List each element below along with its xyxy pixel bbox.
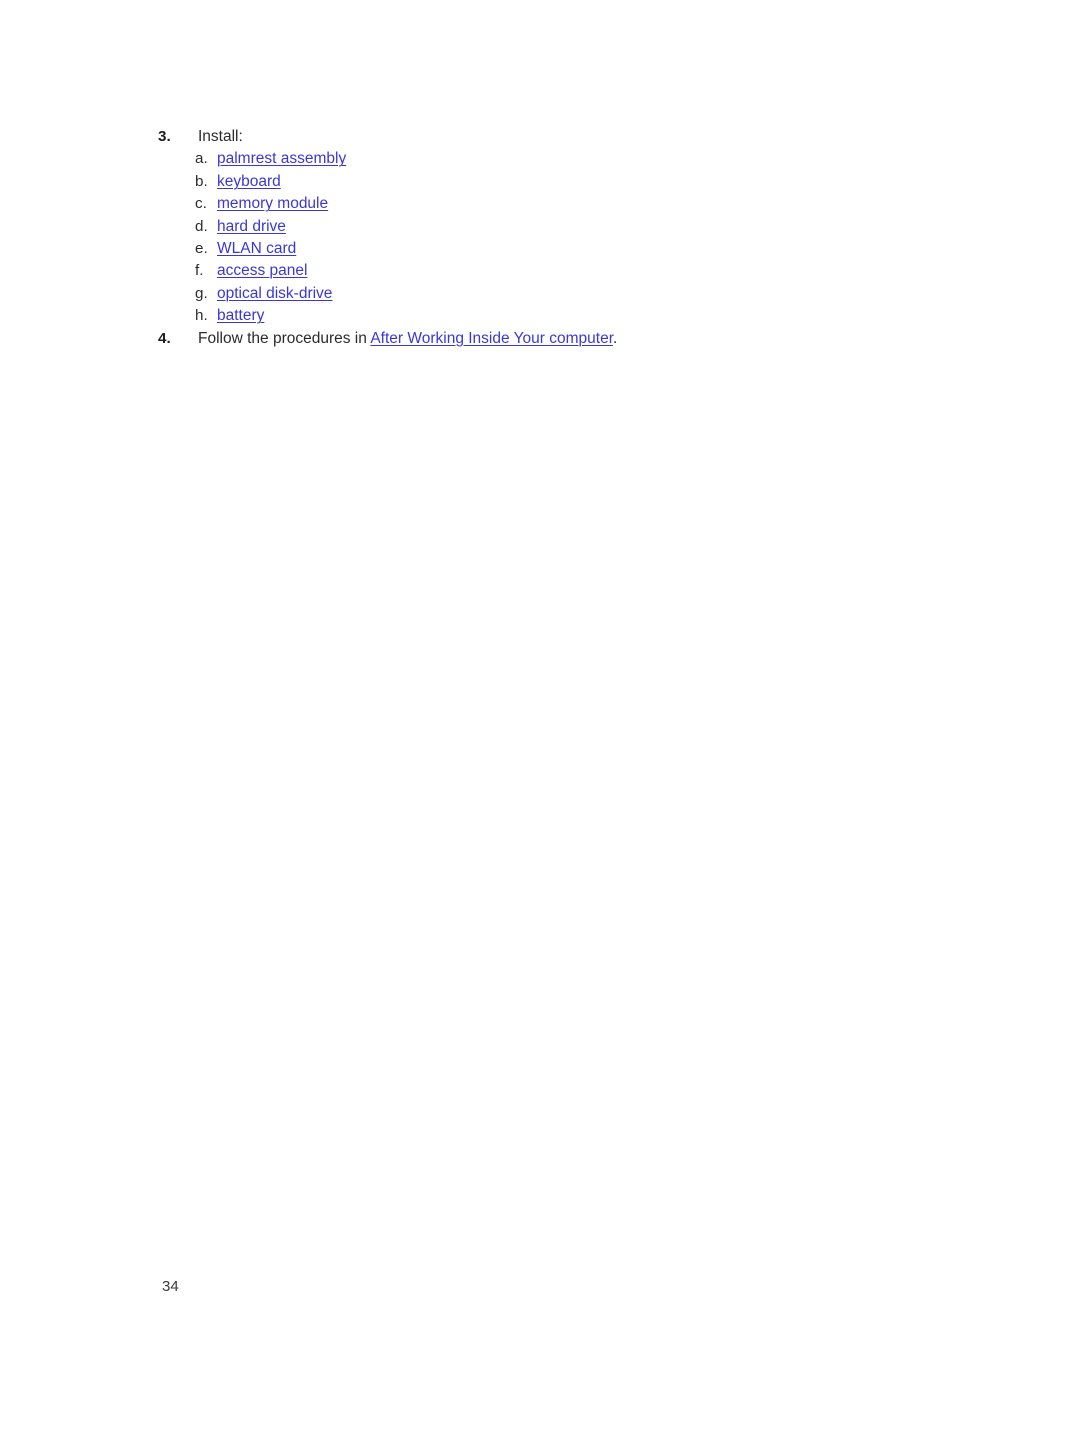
link-after-working-inside-your-computer[interactable]: After Working Inside Your computer (370, 330, 613, 347)
step-marker-4: 4. (158, 329, 171, 347)
list-item: b. keyboard (195, 171, 938, 193)
sub-marker-f: f. (195, 262, 204, 280)
list-item: c. memory module (195, 193, 938, 215)
sub-marker-a: a. (195, 150, 208, 168)
sub-marker-e: e. (195, 239, 208, 257)
list-item: g. optical disk-drive (195, 283, 938, 305)
link-memory-module[interactable]: memory module (217, 193, 328, 215)
list-item: h. battery (195, 305, 938, 327)
sub-marker-h: h. (195, 307, 208, 325)
link-optical-disk-drive[interactable]: optical disk-drive (217, 283, 332, 305)
list-item: e. WLAN card (195, 238, 938, 260)
link-battery[interactable]: battery (217, 305, 264, 327)
step-text-4: Follow the procedures in After Working I… (198, 328, 938, 350)
sub-marker-d: d. (195, 217, 208, 235)
step-marker-3: 3. (158, 128, 171, 145)
list-item: f. access panel (195, 260, 938, 282)
link-hard-drive[interactable]: hard drive (217, 216, 286, 238)
sub-marker-c: c. (195, 195, 207, 213)
step-item-3: 3. Install: (158, 126, 938, 148)
link-palmrest-assembly[interactable]: palmrest assembly (217, 148, 346, 170)
sub-list-install-parts: a. palmrest assembly b. keyboard c. memo… (158, 148, 938, 327)
sub-marker-g: g. (195, 284, 208, 302)
procedure-list: 3. Install: a. palmrest assembly b. keyb… (158, 126, 938, 350)
list-item: a. palmrest assembly (195, 148, 938, 170)
page-number: 34 (162, 1278, 179, 1295)
step-text-3: Install: (198, 128, 243, 145)
step-4-lead-text: Follow the procedures in (198, 329, 371, 347)
step-item-4: 4. Follow the procedures in After Workin… (158, 328, 938, 350)
sub-marker-b: b. (195, 172, 208, 190)
list-item: d. hard drive (195, 216, 938, 238)
document-page: 3. Install: a. palmrest assembly b. keyb… (0, 0, 1080, 1434)
link-access-panel[interactable]: access panel (217, 260, 307, 282)
link-wlan-card[interactable]: WLAN card (217, 238, 296, 260)
link-keyboard[interactable]: keyboard (217, 171, 281, 193)
step-4-trail-text: . (613, 329, 618, 347)
